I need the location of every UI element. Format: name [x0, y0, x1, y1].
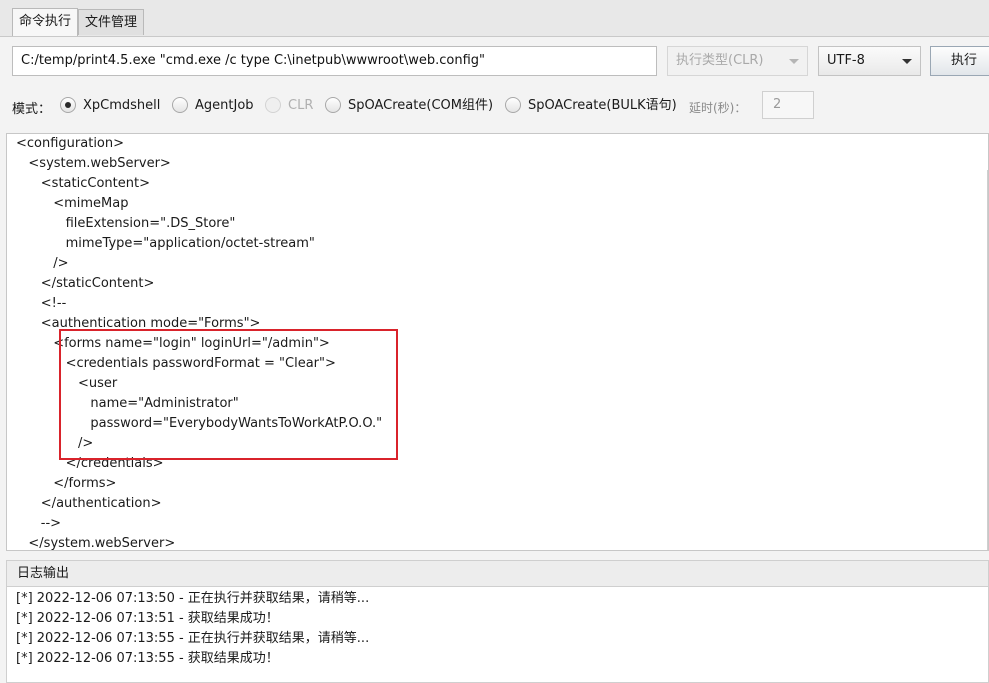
- output-line: <mimeMap: [16, 196, 129, 211]
- output-line: </staticContent>: [16, 276, 155, 291]
- output-line: <configuration>: [16, 136, 125, 151]
- radio-selected-icon: [60, 97, 76, 113]
- radio-label: AgentJob: [195, 98, 254, 113]
- log-title: 日志输出: [6, 560, 989, 587]
- output-line: <!--: [16, 296, 67, 311]
- chevron-down-icon: [789, 59, 799, 64]
- tab-bar: 命令执行 文件管理: [0, 0, 989, 37]
- output-line: <authentication mode="Forms">: [16, 316, 261, 331]
- radio-disabled-icon: [265, 97, 281, 113]
- output-line: -->: [16, 516, 62, 531]
- output-line: </authentication>: [16, 496, 162, 511]
- output-line: <system.webServer>: [16, 156, 171, 171]
- output-line: </system.webServer>: [16, 536, 176, 551]
- radio-label: XpCmdshell: [83, 98, 161, 113]
- log-text: [*] 2022-12-06 07:13:50 - 正在执行并获取结果，请稍等.…: [16, 589, 369, 669]
- output-line: <credentials passwordFormat = "Clear">: [16, 356, 336, 371]
- radio-icon: [172, 97, 188, 113]
- execute-button[interactable]: 执行: [930, 46, 989, 76]
- exec-type-select: 执行类型(CLR): [667, 46, 808, 76]
- log-line: [*] 2022-12-06 07:13:55 - 获取结果成功！: [16, 651, 279, 666]
- output-line: fileExtension=".DS_Store": [16, 216, 236, 231]
- command-input[interactable]: C:/temp/print4.5.exe "cmd.exe /c type C:…: [12, 46, 657, 76]
- tab-command-exec[interactable]: 命令执行: [12, 8, 79, 36]
- delay-label: 延时(秒)：: [689, 101, 747, 115]
- output-line: mimeType="application/octet-stream": [16, 236, 315, 251]
- command-output[interactable]: <configuration> <system.webServer> <stat…: [6, 133, 989, 551]
- output-line: />: [16, 256, 69, 271]
- delay-input: 2: [762, 91, 814, 119]
- scrollbar[interactable]: [987, 170, 988, 550]
- radio-label: SpOACreate(COM组件): [348, 98, 494, 113]
- log-line: [*] 2022-12-06 07:13:51 - 获取结果成功！: [16, 611, 279, 626]
- tab-file-manager[interactable]: 文件管理: [78, 9, 145, 35]
- output-line: </credentials>: [16, 456, 164, 471]
- log-line: [*] 2022-12-06 07:13:55 - 正在执行并获取结果，请稍等.…: [16, 631, 370, 646]
- encoding-value: UTF-8: [827, 53, 865, 68]
- log-line: [*] 2022-12-06 07:13:50 - 正在执行并获取结果，请稍等.…: [16, 591, 370, 606]
- radio-icon: [505, 97, 521, 113]
- output-line: />: [16, 436, 94, 451]
- mode-row: 模式： XpCmdshell AgentJob CLR SpOACreate(C…: [12, 91, 989, 119]
- log-output[interactable]: [*] 2022-12-06 07:13:50 - 正在执行并获取结果，请稍等.…: [6, 587, 989, 683]
- output-line: <user: [16, 376, 118, 391]
- exec-type-value: 执行类型(CLR): [676, 53, 764, 68]
- mode-label: 模式：: [12, 102, 52, 117]
- output-text: <configuration> <system.webServer> <stat…: [16, 134, 383, 551]
- output-line: <staticContent>: [16, 176, 150, 191]
- radio-label: CLR: [288, 98, 314, 113]
- output-line: name="Administrator": [16, 396, 239, 411]
- radio-label: SpOACreate(BULK语句): [528, 98, 677, 113]
- radio-icon: [325, 97, 341, 113]
- chevron-down-icon: [902, 59, 912, 64]
- encoding-select[interactable]: UTF-8: [818, 46, 921, 76]
- output-line: <forms name="login" loginUrl="/admin">: [16, 336, 330, 351]
- output-line: </forms>: [16, 476, 117, 491]
- output-line: password="EverybodyWantsToWorkAtP.O.O.": [16, 416, 383, 431]
